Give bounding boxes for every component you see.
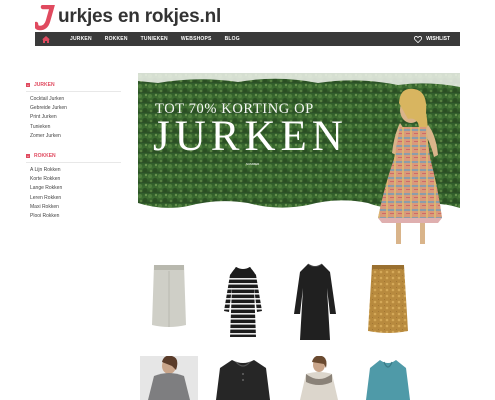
sidebar-item-leren-rokken[interactable]: Leren Rokken — [30, 194, 121, 203]
nav-item-tunieken[interactable]: TUNIEKEN — [141, 36, 168, 42]
product-image-patterned-top[interactable] — [296, 356, 342, 400]
sidebar-heading-rokken[interactable]: + ROKKEN — [26, 153, 121, 164]
product-image-black-blouse[interactable] — [214, 358, 272, 400]
sidebar-item-maxi-rokken[interactable]: Maxi Rokken — [30, 203, 121, 212]
sidebar-item-zomer-jurken[interactable]: Zomer Jurken — [30, 132, 121, 141]
hero-caption: SUMMER — [246, 162, 260, 166]
sidebar-heading-label: ROKKEN — [34, 153, 56, 160]
sidebar-item-plooi-rokken[interactable]: Plooi Rokken — [30, 212, 121, 221]
sidebar-item-print-jurken[interactable]: Print Jurken — [30, 113, 121, 122]
product-image-grey-skirt[interactable] — [148, 263, 190, 329]
nav-item-blog[interactable]: BLOG — [225, 36, 240, 42]
wishlist-link[interactable]: WISHLIST — [414, 35, 450, 43]
site-logo[interactable]: urkjes en rokjes.nl — [35, 4, 222, 31]
hero-title: JURKEN — [153, 113, 348, 160]
wishlist-label: WISHLIST — [426, 36, 450, 42]
hero-banner[interactable]: TOT 70% KORTING OP JURKEN SUMMER — [138, 73, 460, 244]
plus-icon: + — [26, 154, 30, 159]
product-image-grey-tunic[interactable] — [140, 356, 198, 400]
nav-item-webshops[interactable]: WEBSHOPS — [181, 36, 212, 42]
nav-item-jurken[interactable]: JURKEN — [70, 36, 92, 42]
product-image-striped-dress[interactable] — [222, 265, 264, 341]
sidebar-item-lange-rokken[interactable]: Lange Rokken — [30, 184, 121, 193]
main-nav: JURKEN ROKKEN TUNIEKEN WEBSHOPS BLOG WIS… — [35, 32, 460, 46]
product-image-teal-tunic[interactable] — [366, 358, 410, 400]
heart-icon — [414, 35, 423, 43]
sidebar: + JURKEN Cocktail Jurken Gebreide Jurken… — [26, 82, 121, 233]
sidebar-item-korte-rokken[interactable]: Korte Rokken — [30, 175, 121, 184]
sidebar-item-gebreide-jurken[interactable]: Gebreide Jurken — [30, 104, 121, 113]
sidebar-item-cocktail-jurken[interactable]: Cocktail Jurken — [30, 95, 121, 104]
sidebar-item-tunieken[interactable]: Tunieken — [30, 123, 121, 132]
home-icon[interactable] — [35, 32, 57, 46]
sidebar-list-jurken: Cocktail Jurken Gebreide Jurken Print Ju… — [26, 95, 121, 141]
logo-letter-mark — [35, 5, 57, 31]
product-image-gold-skirt[interactable] — [366, 263, 410, 335]
sidebar-heading-label: JURKEN — [34, 82, 55, 88]
sidebar-heading-jurken[interactable]: + JURKEN — [26, 82, 121, 92]
sidebar-list-rokken: A Lijn Rokken Korte Rokken Lange Rokken … — [26, 166, 121, 221]
plus-icon: + — [26, 83, 30, 87]
logo-text: urkjes en rokjes.nl — [58, 6, 222, 27]
product-image-black-dress[interactable] — [292, 262, 338, 342]
nav-item-rokken[interactable]: ROKKEN — [105, 36, 128, 42]
sidebar-item-a-lijn-rokken[interactable]: A Lijn Rokken — [30, 166, 121, 175]
